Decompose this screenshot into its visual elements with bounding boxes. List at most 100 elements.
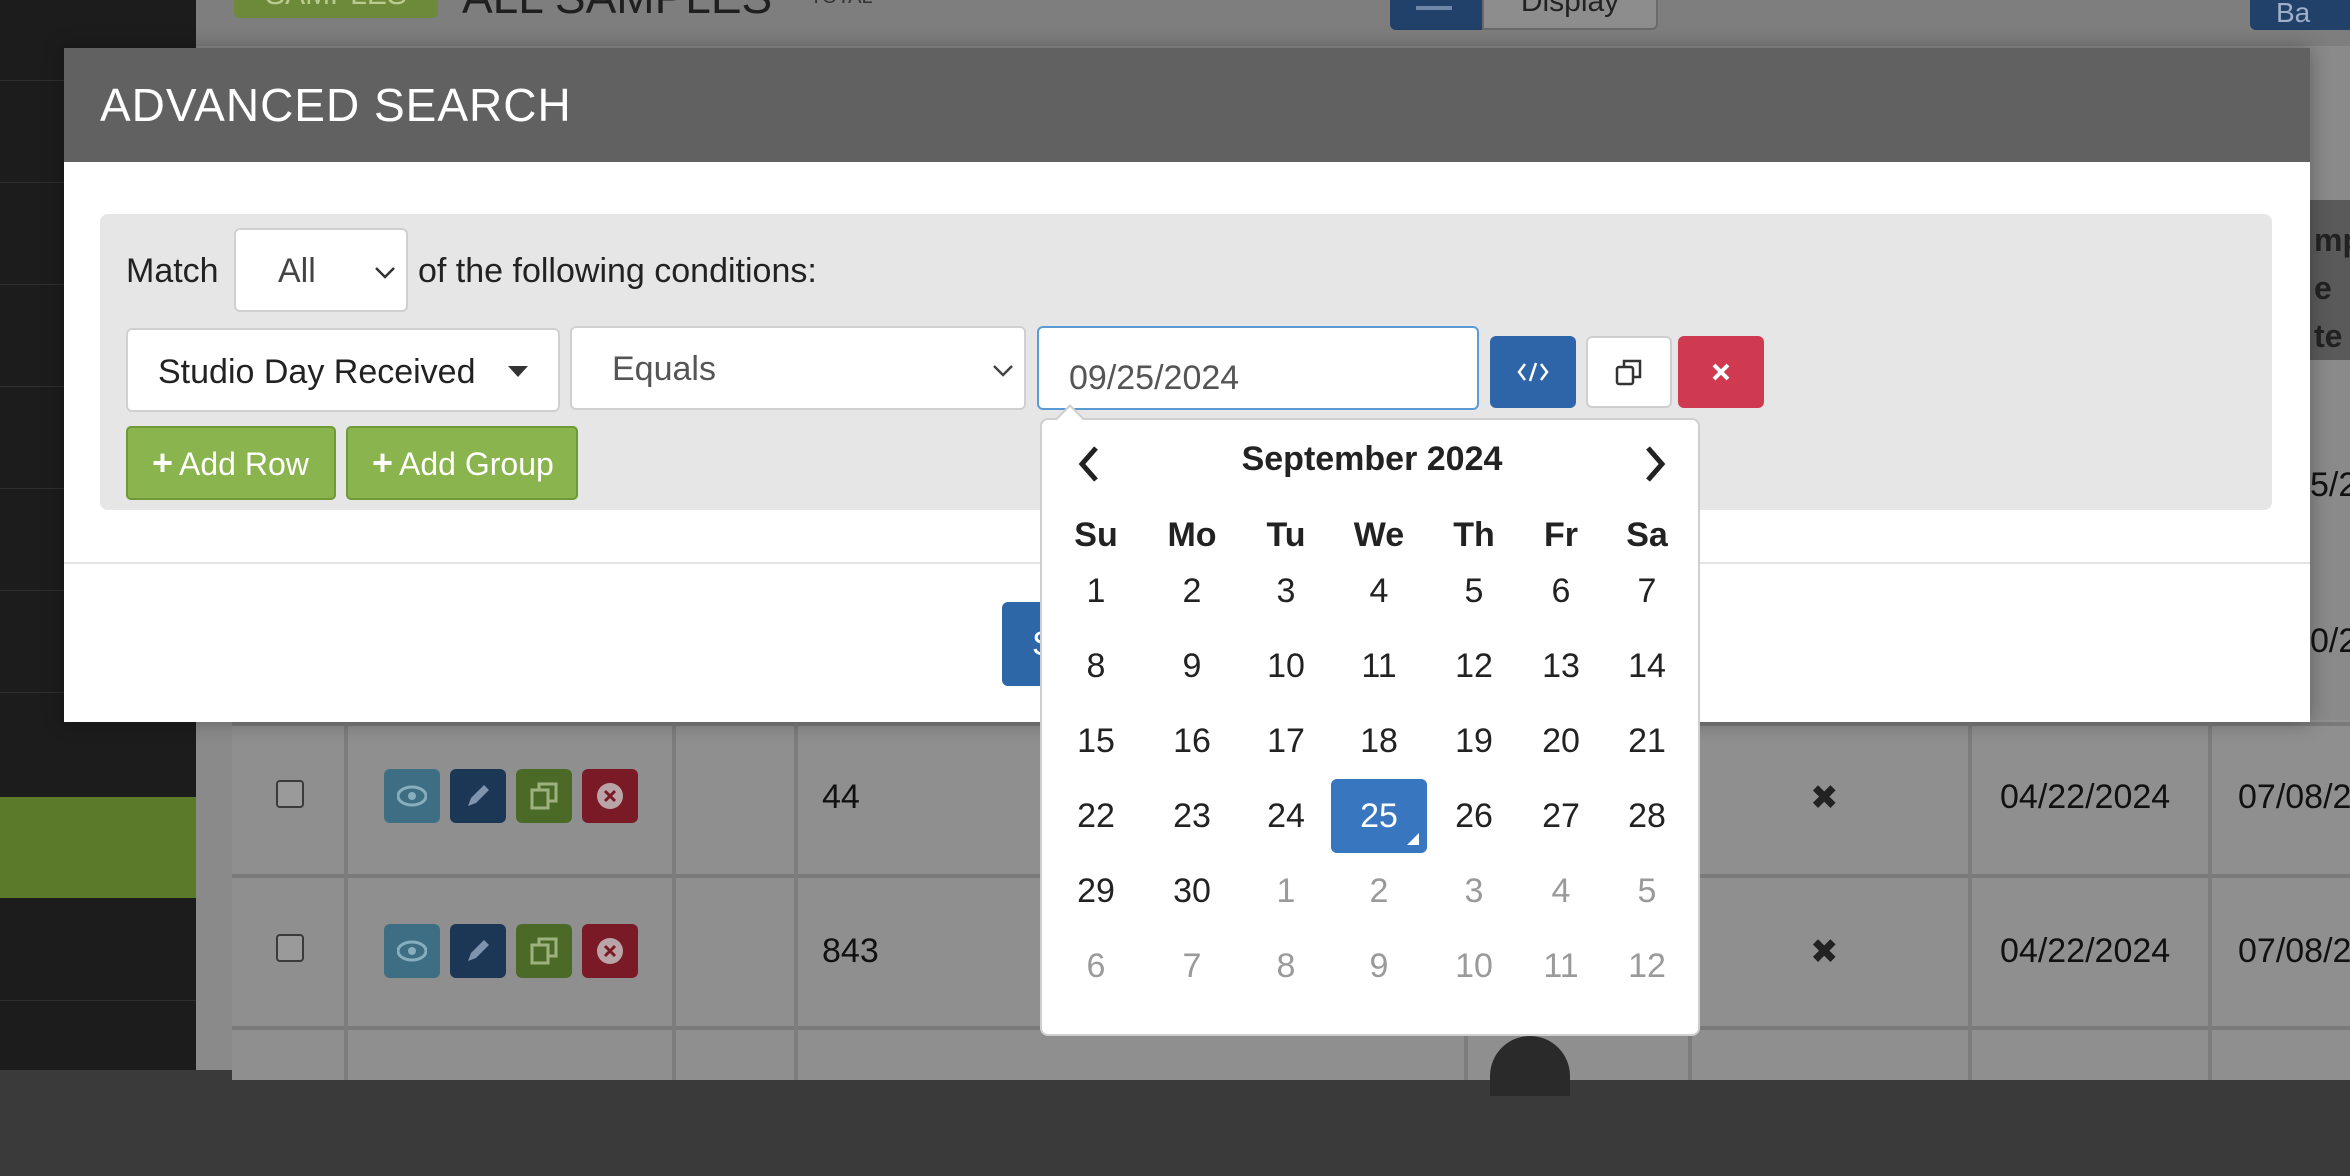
day-cell[interactable]: 12 — [1599, 929, 1695, 1003]
day-cell[interactable]: 3 — [1238, 554, 1334, 628]
day-cell[interactable]: 8 — [1238, 929, 1334, 1003]
day-cell[interactable]: 19 — [1426, 704, 1522, 778]
add-group-button[interactable]: + Add Group — [346, 426, 578, 500]
day-cell[interactable]: 4 — [1331, 554, 1427, 628]
removed-icon: ✖ — [1810, 779, 1839, 817]
day-cell[interactable]: 5 — [1599, 854, 1695, 928]
day-cell[interactable]: 26 — [1426, 779, 1522, 853]
day-cell-selected[interactable]: 25 — [1331, 779, 1427, 853]
day-cell[interactable]: 23 — [1144, 779, 1240, 853]
day-cell[interactable]: 10 — [1238, 629, 1334, 703]
row-checkbox[interactable] — [276, 934, 304, 962]
day-cell[interactable]: 11 — [1513, 929, 1609, 1003]
date-value-input[interactable] — [1037, 326, 1479, 410]
day-cell[interactable]: 2 — [1331, 854, 1427, 928]
duplicate-button[interactable] — [516, 769, 572, 823]
edit-button[interactable] — [450, 924, 506, 978]
day-cell[interactable]: 6 — [1048, 929, 1144, 1003]
day-cell[interactable]: 11 — [1331, 629, 1427, 703]
day-cell[interactable]: 21 — [1599, 704, 1695, 778]
day-cell[interactable]: 5 — [1426, 554, 1522, 628]
column-divider — [2208, 720, 2212, 1080]
day-cell[interactable]: 13 — [1513, 629, 1609, 703]
conditions-label: of the following conditions: — [418, 252, 817, 290]
sample-number: 44 — [822, 778, 860, 816]
day-cell[interactable]: 24 — [1238, 779, 1334, 853]
field-select-value: Studio Day Received — [158, 353, 476, 391]
total-label: TOTAL — [810, 0, 873, 9]
delete-button[interactable] — [582, 769, 638, 823]
copy-icon — [530, 937, 558, 965]
date-cell: 07/08/2 — [2238, 778, 2350, 816]
pencil-icon — [468, 785, 489, 806]
chevron-down-icon — [993, 365, 1013, 377]
day-cell[interactable]: 30 — [1144, 854, 1240, 928]
menu-toggle-button[interactable] — [1390, 0, 1482, 30]
chevron-right-icon[interactable] — [1640, 444, 1670, 484]
day-cell[interactable]: 7 — [1599, 554, 1695, 628]
day-cell[interactable]: 18 — [1331, 704, 1427, 778]
day-cell[interactable]: 4 — [1513, 854, 1609, 928]
display-button[interactable]: Display — [1482, 0, 1658, 30]
view-button[interactable] — [384, 769, 440, 823]
day-cell[interactable]: 20 — [1513, 704, 1609, 778]
day-cell[interactable]: 28 — [1599, 779, 1695, 853]
remove-condition-button[interactable] — [1678, 336, 1764, 408]
day-cell[interactable]: 7 — [1144, 929, 1240, 1003]
duplicate-button[interactable] — [516, 924, 572, 978]
add-row-button[interactable]: + Add Row — [126, 426, 336, 500]
day-cell[interactable]: 12 — [1426, 629, 1522, 703]
day-cell[interactable]: 2 — [1144, 554, 1240, 628]
operator-select[interactable]: Equals — [570, 326, 1026, 410]
back-button[interactable]: Ba — [2250, 0, 2350, 30]
day-cell[interactable]: 14 — [1599, 629, 1695, 703]
day-cell[interactable]: 3 — [1426, 854, 1522, 928]
weekday-header: Th — [1453, 516, 1495, 554]
modal-title: ADVANCED SEARCH — [100, 79, 572, 131]
duplicate-condition-button[interactable] — [1586, 336, 1672, 408]
plus-icon: + — [152, 442, 174, 483]
weekday-header: We — [1353, 516, 1405, 554]
day-cell[interactable]: 1 — [1048, 554, 1144, 628]
operator-select-value: Equals — [612, 350, 716, 388]
match-select-value: All — [278, 252, 316, 290]
edit-button[interactable] — [450, 769, 506, 823]
weekday-header: Tu — [1266, 516, 1306, 554]
day-cell[interactable]: 17 — [1238, 704, 1334, 778]
pencil-icon — [468, 940, 489, 961]
add-row-label: Add Row — [179, 446, 309, 482]
day-cell[interactable]: 9 — [1331, 929, 1427, 1003]
copy-icon — [1615, 359, 1642, 386]
remove-circle-icon — [597, 938, 623, 964]
day-cell[interactable]: 29 — [1048, 854, 1144, 928]
sidebar-item-active[interactable] — [0, 797, 196, 898]
eye-icon — [397, 785, 427, 807]
datepicker-caret-fill — [1056, 407, 1084, 421]
day-cell[interactable]: 6 — [1513, 554, 1609, 628]
day-cell[interactable]: 1 — [1238, 854, 1334, 928]
day-cell[interactable]: 9 — [1144, 629, 1240, 703]
view-button[interactable] — [384, 924, 440, 978]
chevron-down-icon — [375, 267, 395, 279]
match-select[interactable]: All — [234, 228, 408, 312]
cell-fragment: 5/2 — [2310, 466, 2350, 504]
row-checkbox[interactable] — [276, 780, 304, 808]
day-cell[interactable]: 27 — [1513, 779, 1609, 853]
delete-button[interactable] — [582, 924, 638, 978]
chevron-left-icon[interactable] — [1074, 444, 1104, 484]
search-button[interactable]: S — [1002, 602, 1042, 686]
day-cell[interactable]: 8 — [1048, 629, 1144, 703]
day-cell[interactable]: 22 — [1048, 779, 1144, 853]
day-cell[interactable]: 15 — [1048, 704, 1144, 778]
page-title-text: ALL SAMPLES — [462, 0, 772, 23]
weekday-header: Su — [1074, 516, 1118, 554]
weekday-header: Fr — [1544, 516, 1578, 554]
day-cell[interactable]: 10 — [1426, 929, 1522, 1003]
datepicker-month-label[interactable]: September 2024 — [1042, 440, 1702, 479]
code-toggle-button[interactable] — [1490, 336, 1576, 408]
samples-badge: SAMPLES — [234, 0, 438, 18]
sidebar-divider — [0, 1000, 196, 1001]
day-cell[interactable]: 16 — [1144, 704, 1240, 778]
field-select[interactable]: Studio Day Received — [126, 328, 560, 412]
column-divider — [344, 720, 348, 1080]
